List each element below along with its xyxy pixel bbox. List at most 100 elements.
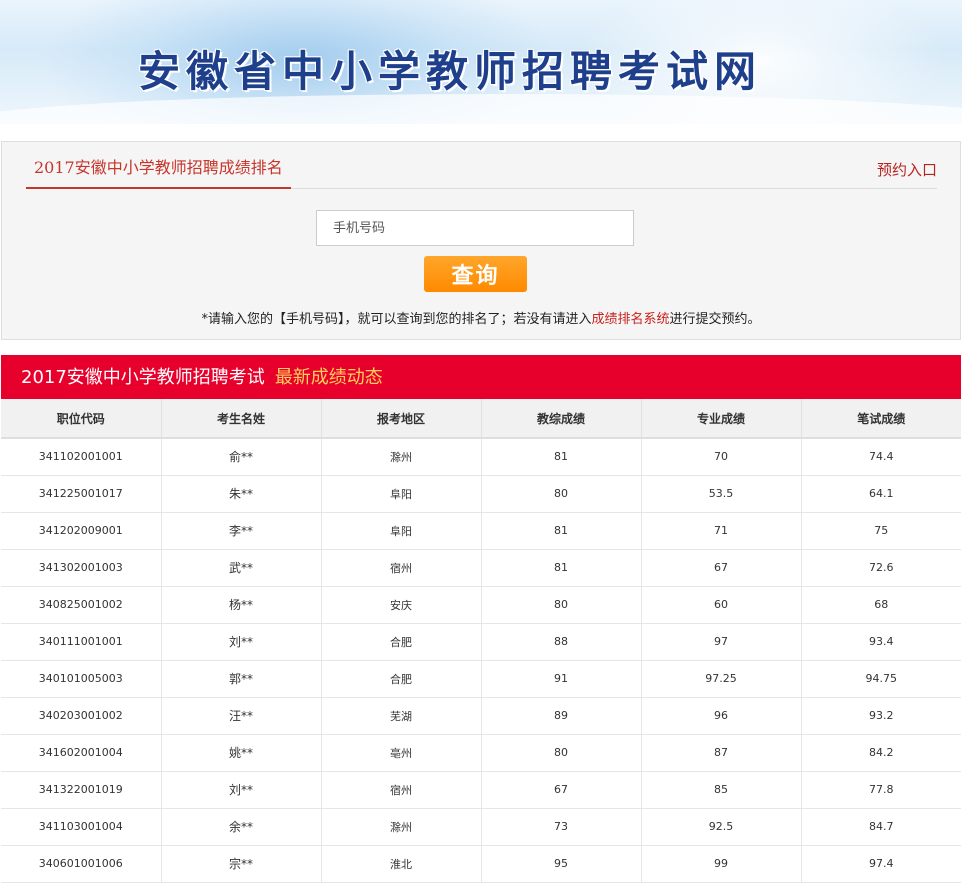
query-panel: 2017安徽中小学教师招聘成绩排名 预约入口 查询 *请输入您的【手机号码】，就… (1, 141, 961, 340)
query-button[interactable]: 查询 (424, 256, 527, 292)
cell-major-score: 67 (641, 549, 802, 587)
cell-candidate-name: 李** (161, 512, 322, 550)
cell-candidate-name: 宗** (161, 845, 322, 883)
table-row: 341602001004 姚** 亳州 80 87 84.2 (1, 734, 961, 772)
cell-candidate-name: 刘** (161, 623, 322, 661)
cell-major-score: 87 (641, 734, 802, 772)
cell-candidate-name: 杨** (161, 586, 322, 624)
results-title: 2017安徽中小学教师招聘考试 最新成绩动态 (21, 355, 383, 401)
hint-text-after: 进行提交预约。 (669, 312, 761, 327)
cell-major-score: 92.5 (641, 808, 802, 846)
results-table-container: 职位代码 考生名姓 报考地区 教综成绩 专业成绩 笔试成绩 341102001001 俞**… (1, 399, 961, 885)
cell-general-score: 80 (481, 586, 642, 624)
cell-written-score: 84.2 (801, 734, 961, 772)
query-hint: *请输入您的【手机号码】，就可以查询到您的排名了；若没有请进入成绩排名系统进行提… (2, 308, 960, 327)
table-row: 340601001006 宗** 淮北 95 99 97.4 (1, 845, 961, 883)
results-title-text: 2017安徽中小学教师招聘考试 (21, 367, 265, 388)
table-row: 341103001004 余** 滁州 73 92.5 84.7 (1, 808, 961, 846)
table-row: 341225001017 朱** 阜阳 80 53.5 64.1 (1, 475, 961, 513)
cell-exam-region: 滁州 (321, 808, 482, 846)
table-row: 341202009001 李** 阜阳 81 71 75 (1, 512, 961, 550)
table-header-row: 职位代码 考生名姓 报考地区 教综成绩 专业成绩 笔试成绩 (1, 399, 961, 439)
column-header-position-code: 职位代码 (1, 399, 162, 439)
cell-general-score: 81 (481, 437, 642, 476)
cell-major-score: 60 (641, 586, 802, 624)
cell-candidate-name: 余** (161, 808, 322, 846)
cell-position-code: 341202009001 (1, 512, 162, 550)
cell-candidate-name: 俞** (161, 437, 322, 476)
cell-exam-region: 宿州 (321, 771, 482, 809)
cell-position-code: 341225001017 (1, 475, 162, 513)
table-row: 341302001003 武** 宿州 81 67 72.6 (1, 549, 961, 587)
cell-general-score: 80 (481, 734, 642, 772)
results-header: 2017安徽中小学教师招聘考试 最新成绩动态 (1, 355, 961, 399)
cell-major-score: 96 (641, 697, 802, 735)
cell-exam-region: 宿州 (321, 549, 482, 587)
table-body: 341102001001 俞** 滁州 81 70 74.4 341225001017 朱**… (1, 437, 961, 883)
cell-major-score: 85 (641, 771, 802, 809)
table-row: 340825001002 杨** 安庆 80 60 68 (1, 586, 961, 624)
column-header-major-score: 专业成绩 (641, 399, 802, 439)
reserve-entry-link[interactable]: 预约入口 (877, 142, 937, 198)
cell-general-score: 80 (481, 475, 642, 513)
cell-general-score: 95 (481, 845, 642, 883)
ranking-system-link[interactable]: 成绩排名系统 (591, 312, 669, 327)
cell-general-score: 67 (481, 771, 642, 809)
cell-position-code: 341602001004 (1, 734, 162, 772)
column-header-general-score: 教综成绩 (481, 399, 642, 439)
column-header-candidate-name: 考生名姓 (161, 399, 322, 439)
cell-written-score: 84.7 (801, 808, 961, 846)
table-row: 341102001001 俞** 滁州 81 70 74.4 (1, 437, 961, 476)
cell-written-score: 74.4 (801, 437, 961, 476)
site-title: 安徽省中小学教师招聘考试网 (138, 47, 763, 96)
cell-candidate-name: 汪** (161, 697, 322, 735)
cell-position-code: 341322001019 (1, 771, 162, 809)
cell-position-code: 340111001001 (1, 623, 162, 661)
query-panel-header: 2017安徽中小学教师招聘成绩排名 预约入口 (26, 142, 937, 189)
table-row: 341322001019 刘** 宿州 67 85 77.8 (1, 771, 961, 809)
cell-candidate-name: 姚** (161, 734, 322, 772)
cell-exam-region: 淮北 (321, 845, 482, 883)
cell-written-score: 93.4 (801, 623, 961, 661)
table-row: 340203001002 汪** 芜湖 89 96 93.2 (1, 697, 961, 735)
cell-general-score: 81 (481, 549, 642, 587)
column-header-written-score: 笔试成绩 (801, 399, 961, 439)
cell-written-score: 97.4 (801, 845, 961, 883)
cell-written-score: 68 (801, 586, 961, 624)
cell-general-score: 73 (481, 808, 642, 846)
cell-position-code: 341302001003 (1, 549, 162, 587)
cell-exam-region: 安庆 (321, 586, 482, 624)
results-table: 职位代码 考生名姓 报考地区 教综成绩 专业成绩 笔试成绩 341102001001 俞**… (1, 399, 961, 883)
cell-exam-region: 阜阳 (321, 475, 482, 513)
cell-position-code: 340203001002 (1, 697, 162, 735)
cell-written-score: 77.8 (801, 771, 961, 809)
cell-written-score: 93.2 (801, 697, 961, 735)
cell-major-score: 99 (641, 845, 802, 883)
cell-major-score: 53.5 (641, 475, 802, 513)
cell-written-score: 64.1 (801, 475, 961, 513)
tab-score-ranking[interactable]: 2017安徽中小学教师招聘成绩排名 (26, 142, 291, 189)
hint-text-before: *请输入您的【手机号码】，就可以查询到您的排名了；若没有请进入 (201, 312, 592, 327)
cell-position-code: 341102001001 (1, 437, 162, 476)
cell-major-score: 71 (641, 512, 802, 550)
cell-exam-region: 滁州 (321, 437, 482, 476)
column-header-exam-region: 报考地区 (321, 399, 482, 439)
cell-position-code: 340101005003 (1, 660, 162, 698)
cell-written-score: 72.6 (801, 549, 961, 587)
table-row: 340111001001 刘** 合肥 88 97 93.4 (1, 623, 961, 661)
cell-exam-region: 合肥 (321, 623, 482, 661)
cell-candidate-name: 朱** (161, 475, 322, 513)
table-row: 340101005003 郭** 合肥 91 97.25 94.75 (1, 660, 961, 698)
cell-candidate-name: 郭** (161, 660, 322, 698)
site-banner: 安徽省中小学教师招聘考试网 (0, 0, 962, 124)
cell-general-score: 81 (481, 512, 642, 550)
cell-major-score: 97 (641, 623, 802, 661)
cell-major-score: 70 (641, 437, 802, 476)
cell-exam-region: 合肥 (321, 660, 482, 698)
cell-exam-region: 阜阳 (321, 512, 482, 550)
phone-number-input[interactable] (316, 210, 634, 246)
cell-major-score: 97.25 (641, 660, 802, 698)
results-subtitle: 最新成绩动态 (274, 367, 383, 388)
cell-exam-region: 芜湖 (321, 697, 482, 735)
cell-written-score: 94.75 (801, 660, 961, 698)
